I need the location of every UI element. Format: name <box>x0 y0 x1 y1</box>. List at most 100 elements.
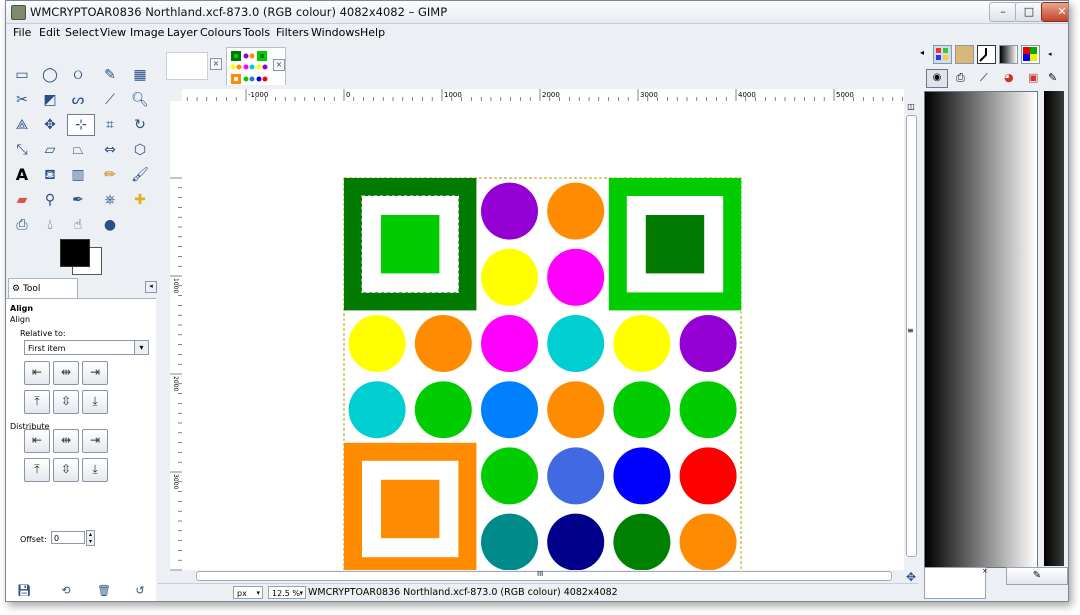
fuzzy-select-icon[interactable]: ✎ <box>100 65 120 85</box>
scissors-icon[interactable]: ✂ <box>12 90 32 110</box>
gradient-editor-preview[interactable] <box>924 567 986 599</box>
pencil-icon[interactable]: ✏ <box>100 165 120 185</box>
navigate-icon[interactable]: ◫ <box>905 101 917 113</box>
canvas-drawing[interactable] <box>182 101 904 576</box>
rect-select-icon[interactable]: ▭ <box>12 65 32 85</box>
move-icon[interactable]: ✥ <box>40 115 60 135</box>
paintbrush-icon[interactable]: 🖌︎ <box>130 165 150 185</box>
perspective-icon[interactable]: ⏢ <box>68 140 88 160</box>
distribute-left-button[interactable]: ⇤ <box>24 429 50 453</box>
dodge-burn-icon[interactable]: ● <box>100 215 120 235</box>
paintbrush-icon[interactable]: ⟋ <box>980 71 988 85</box>
minimize-button[interactable]: – <box>989 2 1017 22</box>
distribute-right-button[interactable]: ⇥ <box>82 429 108 453</box>
rotate-icon[interactable]: ↻ <box>130 115 150 135</box>
text-tool-icon[interactable]: A <box>12 165 32 185</box>
free-select-icon[interactable]: ଠ <box>68 65 88 85</box>
ink-icon[interactable]: ✒ <box>68 190 88 210</box>
align-right-button[interactable]: ⇥ <box>82 361 108 385</box>
zoom-icon[interactable]: 🔍︎ <box>130 90 150 110</box>
edit-gradient-button[interactable]: ✎ <box>1006 567 1068 585</box>
ellipse-select-icon[interactable]: ◯ <box>40 65 60 85</box>
offset-spinner[interactable]: ▴ ▾ <box>86 530 95 546</box>
align-center-button[interactable]: ⇹ <box>53 361 79 385</box>
gimp-wilber-icon[interactable]: ◉ <box>926 69 948 88</box>
tab-tool-options[interactable]: ⚙ Tool Options <box>8 278 78 314</box>
cage-transform-icon[interactable]: ⬡ <box>130 140 150 160</box>
select-by-color-icon[interactable]: ▦ <box>130 65 150 85</box>
menu-tools[interactable]: Tools <box>243 26 270 39</box>
unit-selector[interactable]: px ▾ <box>233 586 263 599</box>
foreground-color-swatch[interactable] <box>60 239 90 267</box>
menu-image[interactable]: Image <box>130 26 164 39</box>
close-icon[interactable]: × <box>210 58 222 70</box>
align-top-button[interactable]: ⤒ <box>24 390 50 414</box>
fg-bg-colors[interactable] <box>60 239 104 275</box>
distribute-center-button[interactable]: ⇹ <box>53 429 79 453</box>
tab-northland-image[interactable]: × <box>226 47 286 85</box>
close-icon[interactable]: × <box>273 59 285 71</box>
scale-icon[interactable]: ⤡ <box>12 140 32 160</box>
color-picker-icon[interactable]: ⟋ <box>100 90 120 110</box>
paths-icon[interactable]: ᔕ <box>68 90 88 110</box>
menu-view[interactable]: View <box>100 26 126 39</box>
align-tool-icon[interactable]: ⊹ <box>67 114 95 136</box>
horizontal-scroll-thumb[interactable]: III <box>196 570 892 581</box>
distribute-middle-button[interactable]: ⇳ <box>53 458 79 482</box>
dock-left-arrow-icon[interactable]: ◂ <box>920 48 924 57</box>
menu-colours[interactable]: Colours <box>200 26 241 39</box>
menu-file[interactable]: File <box>13 26 31 39</box>
distribute-top-button[interactable]: ⤒ <box>24 458 50 482</box>
zoom-selector[interactable]: 12.5 % ▾ <box>268 586 306 599</box>
save-options-icon[interactable]: 💾︎ <box>14 581 34 601</box>
navigate-move-icon[interactable]: ✥ <box>906 570 916 584</box>
dock-menu-icon[interactable]: ◂ <box>1048 50 1052 58</box>
brush-icon[interactable] <box>977 45 996 64</box>
maximize-button[interactable]: □ <box>1015 2 1043 22</box>
eraser-icon[interactable]: ▰ <box>12 190 32 210</box>
menu-windows[interactable]: Windows <box>311 26 360 39</box>
distribute-bottom-button[interactable]: ⤓ <box>82 458 108 482</box>
panel-menu-icon[interactable]: ◂ <box>145 281 157 293</box>
heal-icon[interactable]: ✚ <box>130 190 150 210</box>
bucket-fill-icon[interactable]: ⛾ <box>40 165 60 185</box>
palette-icon[interactable] <box>933 45 952 64</box>
measure-icon[interactable]: ⟁ <box>12 115 32 135</box>
vertical-scrollbar[interactable]: ◫ ≡ <box>904 101 918 571</box>
colour-map-icon[interactable] <box>1021 45 1040 64</box>
vertical-scroll-thumb[interactable]: ≡ <box>906 115 917 557</box>
menu-edit[interactable]: Edit <box>39 26 60 39</box>
blur-icon[interactable]: 💧︎ <box>40 215 60 235</box>
close-button[interactable]: ✕ <box>1041 2 1068 22</box>
offset-input[interactable]: 0 <box>51 531 85 544</box>
airbrush-icon[interactable]: ⚲ <box>40 190 60 210</box>
tab-blank-image[interactable]: × <box>163 47 223 85</box>
menu-help[interactable]: Help <box>360 26 385 39</box>
smudge-icon[interactable]: ☝ <box>68 215 88 235</box>
menu-filters[interactable]: Filters <box>276 26 309 39</box>
relative-to-dropdown[interactable]: First item ▾ <box>24 340 149 355</box>
flip-icon[interactable]: ⇔ <box>100 140 120 160</box>
align-middle-button[interactable]: ⇳ <box>53 390 79 414</box>
align-left-button[interactable]: ⇤ <box>24 361 50 385</box>
perspective-clone-icon[interactable]: ⎙ <box>12 215 32 235</box>
crop-icon[interactable]: ⌗ <box>100 115 120 135</box>
reset-options-icon[interactable]: ↺ <box>130 581 150 601</box>
align-bottom-button[interactable]: ⤓ <box>82 390 108 414</box>
menu-select[interactable]: Select <box>65 26 99 39</box>
pencil-icon[interactable]: ✎ <box>1048 71 1057 84</box>
image-canvas[interactable] <box>182 101 904 576</box>
blend-icon[interactable]: ▥ <box>68 165 88 185</box>
foreground-select-icon[interactable]: ◩ <box>40 90 60 110</box>
gradient-icon[interactable] <box>999 45 1018 64</box>
fonts-icon[interactable]: ▣ <box>1028 71 1038 84</box>
colour-wheel-icon[interactable]: ◕ <box>1004 71 1014 84</box>
horizontal-scrollbar[interactable]: III <box>182 570 904 582</box>
menu-layer[interactable]: Layer <box>167 26 198 39</box>
restore-options-icon[interactable]: ⟲ <box>56 581 76 601</box>
printer-icon[interactable]: ⎙ <box>956 71 965 85</box>
second-gradient-preview[interactable] <box>1044 91 1064 566</box>
gradient-preview[interactable] <box>924 91 1038 568</box>
close-icon[interactable]: × <box>982 567 990 575</box>
shear-icon[interactable]: ▱ <box>40 140 60 160</box>
